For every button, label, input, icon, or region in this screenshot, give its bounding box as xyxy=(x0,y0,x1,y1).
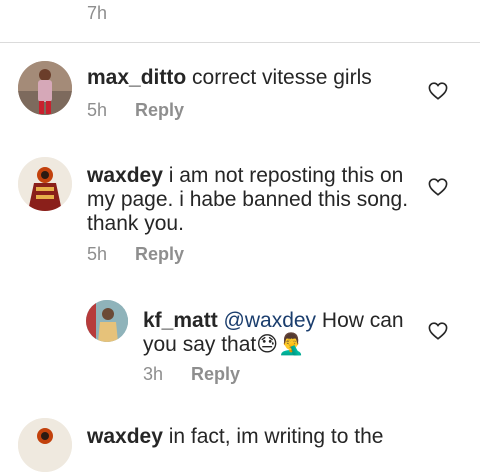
heart-outline-icon[interactable] xyxy=(428,322,448,340)
avatar[interactable] xyxy=(18,418,72,472)
comment-body: in fact, im writing to the xyxy=(162,425,384,448)
comment-username[interactable]: waxdey xyxy=(87,425,163,448)
comment-body-line: my page. i habe banned this song. xyxy=(87,188,409,211)
previous-comment-time: 7h xyxy=(87,3,108,23)
avatar[interactable] xyxy=(86,300,128,342)
avatar[interactable] xyxy=(18,157,72,211)
reply-button[interactable]: Reply xyxy=(135,244,184,265)
reply-button[interactable]: Reply xyxy=(135,100,184,121)
comment-text: max_ditto correct vitesse girls xyxy=(87,66,372,90)
comment-username[interactable]: max_ditto xyxy=(87,66,186,89)
comment-text: waxdey i am not reposting this on my pag… xyxy=(87,164,417,236)
heart-outline-icon[interactable] xyxy=(428,82,448,100)
divider xyxy=(0,42,480,43)
comment-time: 5h xyxy=(87,100,108,120)
comment-text: kf_matt @waxdey How can you say that😓🤦‍♂… xyxy=(143,309,413,357)
comment-body-line: you say that😓🤦‍♂️ xyxy=(143,333,305,356)
avatar[interactable] xyxy=(18,61,72,115)
comment-username[interactable]: kf_matt xyxy=(143,309,218,332)
reply-button[interactable]: Reply xyxy=(191,364,240,385)
comment-body: How can xyxy=(316,309,404,332)
comment-username[interactable]: waxdey xyxy=(87,164,163,187)
comment-text: waxdey in fact, im writing to the xyxy=(87,425,383,449)
mention-link[interactable]: @waxdey xyxy=(218,309,317,332)
comment-body-line: thank you. xyxy=(87,212,184,235)
heart-outline-icon[interactable] xyxy=(428,178,448,196)
comment-time: 3h xyxy=(143,364,164,384)
comment-body: correct vitesse girls xyxy=(186,66,372,89)
comment-body-line: i am not reposting this on xyxy=(162,164,404,187)
comment-time: 5h xyxy=(87,244,108,264)
